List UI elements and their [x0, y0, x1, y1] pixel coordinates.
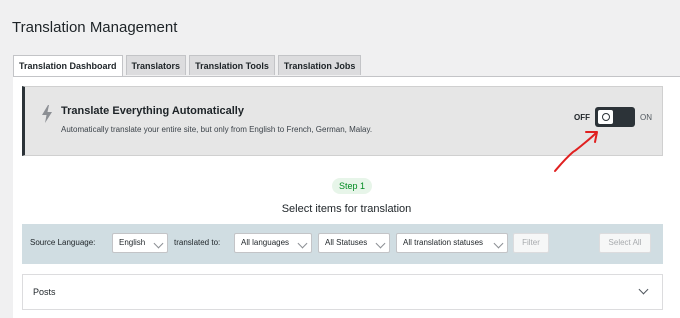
target-languages-select[interactable]: All languages — [234, 233, 312, 253]
chevron-down-icon — [493, 238, 504, 249]
tab-translation-dashboard[interactable]: Translation Dashboard — [13, 55, 123, 77]
filter-bar: Source Language: English translated to: … — [22, 224, 663, 264]
translation-statuses-select[interactable]: All translation statuses — [396, 233, 508, 253]
tab-translators[interactable]: Translators — [125, 55, 187, 75]
source-language-select[interactable]: English — [112, 233, 168, 253]
statuses-value: All Statuses — [325, 238, 368, 247]
source-language-label: Source Language: — [30, 238, 96, 247]
page-title: Translation Management — [12, 19, 178, 37]
section-posts[interactable]: Posts — [22, 274, 663, 310]
tab-translation-jobs[interactable]: Translation Jobs — [277, 55, 362, 75]
section-posts-label: Posts — [33, 287, 56, 297]
tab-translation-tools[interactable]: Translation Tools — [189, 55, 275, 75]
chevron-down-icon — [297, 238, 308, 249]
target-languages-value: All languages — [241, 238, 290, 247]
toggle-off-label: OFF — [574, 112, 590, 122]
translation-statuses-value: All translation statuses — [403, 238, 484, 247]
auto-translate-toggle-group: OFF ON — [574, 106, 652, 128]
chevron-down-icon — [638, 284, 649, 295]
dashboard-panel: Translate Everything Automatically Autom… — [13, 76, 680, 318]
auto-translate-description: Automatically translate your entire site… — [61, 125, 373, 134]
statuses-select[interactable]: All Statuses — [318, 233, 390, 253]
step-title: Select items for translation — [281, 203, 412, 215]
lightning-icon — [42, 105, 52, 123]
step-badge: Step 1 — [332, 178, 373, 194]
chevron-down-icon — [153, 238, 164, 249]
select-all-button[interactable]: Select All — [599, 233, 651, 253]
translated-to-label: translated to: — [174, 238, 221, 247]
auto-translate-title: Translate Everything Automatically — [61, 105, 244, 117]
toggle-knob — [598, 110, 613, 124]
toggle-on-label: ON — [640, 112, 652, 122]
auto-translate-toggle[interactable] — [595, 107, 635, 127]
source-language-value: English — [119, 238, 146, 247]
tab-bar: Translation Dashboard Translators Transl… — [13, 55, 362, 77]
annotation-arrow-icon — [554, 131, 598, 172]
chevron-down-icon — [375, 238, 386, 249]
filter-button[interactable]: Filter — [513, 233, 549, 253]
